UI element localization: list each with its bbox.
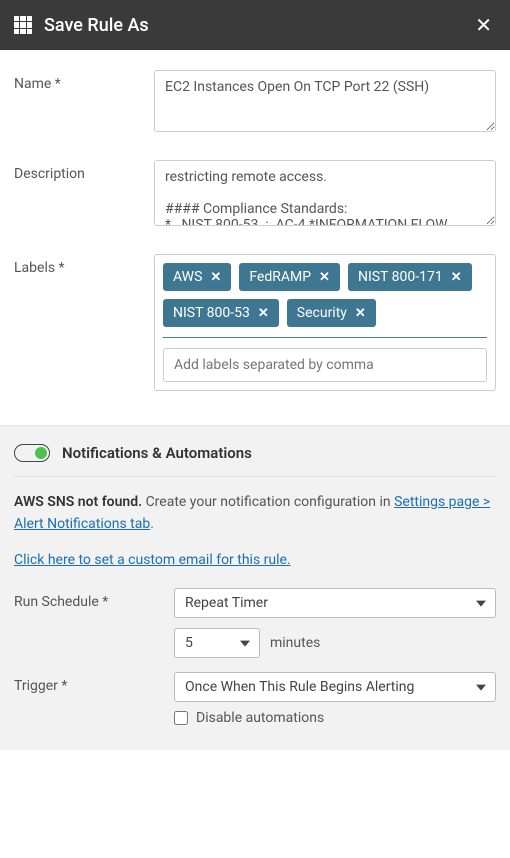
remove-chip-icon[interactable]: ✕ (355, 306, 366, 321)
chip-text: Security (297, 305, 347, 321)
trigger-row: Trigger * Once When This Rule Begins Ale… (14, 672, 496, 726)
disable-automations-checkbox[interactable] (174, 711, 188, 725)
grid-icon (14, 16, 32, 34)
label-chip[interactable]: NIST 800-53 ✕ (163, 299, 279, 327)
run-schedule-select[interactable]: Repeat Timer (174, 588, 496, 618)
description-label: Description (14, 160, 154, 230)
form-body: Name * Description Labels * AWS ✕ FedRAM… (0, 50, 510, 425)
close-icon[interactable]: ✕ (471, 13, 496, 37)
chip-text: FedRAMP (249, 269, 311, 285)
notifications-toggle[interactable] (14, 444, 50, 462)
chip-text: AWS (173, 269, 202, 285)
sns-notice: AWS SNS not found. Create your notificat… (14, 477, 496, 540)
notifications-section: Notifications & Automations AWS SNS not … (0, 425, 510, 750)
name-label: Name * (14, 70, 154, 136)
remove-chip-icon[interactable]: ✕ (319, 270, 330, 285)
labels-row: Labels * AWS ✕ FedRAMP ✕ NIST 800-171 ✕ (14, 254, 496, 391)
description-row: Description (14, 160, 496, 230)
disable-automations-label: Disable automations (196, 710, 324, 726)
custom-email-link[interactable]: Click here to set a custom email for thi… (14, 552, 291, 568)
toggle-knob (35, 447, 47, 459)
dialog-header: Save Rule As ✕ (0, 0, 510, 50)
chip-text: NIST 800-171 (358, 269, 443, 285)
interval-unit: minutes (270, 635, 320, 651)
notice-text: Create your notification configuration i… (142, 494, 394, 510)
name-row: Name * (14, 70, 496, 136)
trigger-label: Trigger * (14, 672, 174, 694)
label-chip[interactable]: FedRAMP ✕ (239, 263, 340, 291)
labels-input[interactable] (163, 348, 487, 382)
name-input[interactable] (154, 70, 496, 132)
notice-period: . (150, 516, 154, 532)
description-input[interactable] (154, 160, 496, 226)
chip-text: NIST 800-53 (173, 305, 250, 321)
remove-chip-icon[interactable]: ✕ (451, 270, 462, 285)
dialog-title: Save Rule As (44, 15, 471, 36)
labels-box: AWS ✕ FedRAMP ✕ NIST 800-171 ✕ NIST 800-… (154, 254, 496, 391)
label-chip[interactable]: NIST 800-171 ✕ (348, 263, 472, 291)
section-header: Notifications & Automations (14, 444, 496, 477)
section-title: Notifications & Automations (62, 444, 252, 462)
label-chip[interactable]: AWS ✕ (163, 263, 231, 291)
run-schedule-row: Run Schedule * Repeat Timer 5 minutes (14, 588, 496, 658)
trigger-select[interactable]: Once When This Rule Begins Alerting (174, 672, 496, 702)
interval-select[interactable]: 5 (174, 628, 260, 658)
run-schedule-label: Run Schedule * (14, 588, 174, 610)
label-chip[interactable]: Security ✕ (287, 299, 376, 327)
notice-strong: AWS SNS not found. (14, 494, 142, 510)
remove-chip-icon[interactable]: ✕ (210, 270, 221, 285)
remove-chip-icon[interactable]: ✕ (258, 306, 269, 321)
label-chips: AWS ✕ FedRAMP ✕ NIST 800-171 ✕ NIST 800-… (163, 263, 487, 338)
labels-label: Labels * (14, 254, 154, 391)
